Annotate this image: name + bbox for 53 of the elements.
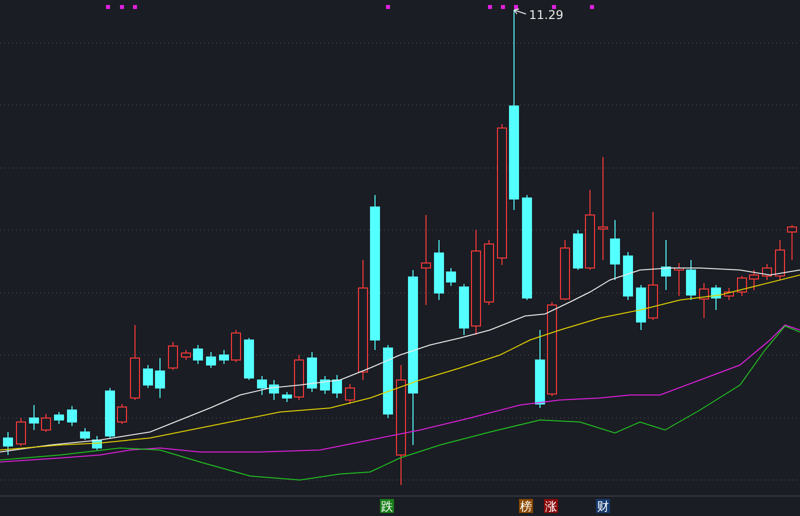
candlestick [206,352,216,368]
candlestick [168,342,178,370]
candlestick [484,240,494,306]
candlestick [762,264,772,280]
candlestick [332,374,342,398]
candlestick [737,276,747,296]
leader-line [514,8,526,14]
candlestick [143,364,153,388]
candlestick [54,412,64,424]
candlestick [307,352,317,392]
candlestick [3,432,13,456]
candlestick [117,404,127,424]
candlestick [294,354,304,400]
candlestick [560,240,570,300]
candlestick [16,418,26,446]
candlestick [282,392,292,402]
candlestick [686,260,696,300]
candlestick [320,376,330,394]
marker-badge[interactable]: 榜 [519,499,533,514]
candlestick [41,414,51,432]
candlestick [257,376,267,396]
candlestick [105,388,115,438]
candlestick [775,240,785,280]
marker-badge[interactable]: 涨 [544,499,558,514]
high-price-label: 11.29 [529,8,564,22]
candlestick [674,262,684,296]
candlestick [661,240,671,290]
candlestick [269,380,279,400]
candlestick [749,270,759,290]
candlestick [610,220,620,280]
candlestick [80,428,90,440]
candlestick [345,384,355,404]
candlestick [446,268,456,286]
candlestick [181,350,191,360]
candlestick [434,240,444,300]
candlestick [573,230,583,270]
candlestick [155,358,165,398]
candlestick [699,282,709,318]
candlestick [636,284,646,330]
candlestick [724,288,734,300]
candlestick [67,406,77,426]
candlestick [244,338,254,380]
candlestick [29,404,39,430]
candlestick [459,284,469,336]
candlestick [193,344,203,364]
candlestick [231,330,241,362]
candlestick [219,350,229,364]
candlestick [92,436,102,450]
candlestick [787,224,797,260]
candlestick [711,284,721,310]
marker-badge[interactable]: 财 [596,499,610,514]
marker-badge[interactable]: 跌 [380,499,394,514]
candlestick [623,252,633,300]
